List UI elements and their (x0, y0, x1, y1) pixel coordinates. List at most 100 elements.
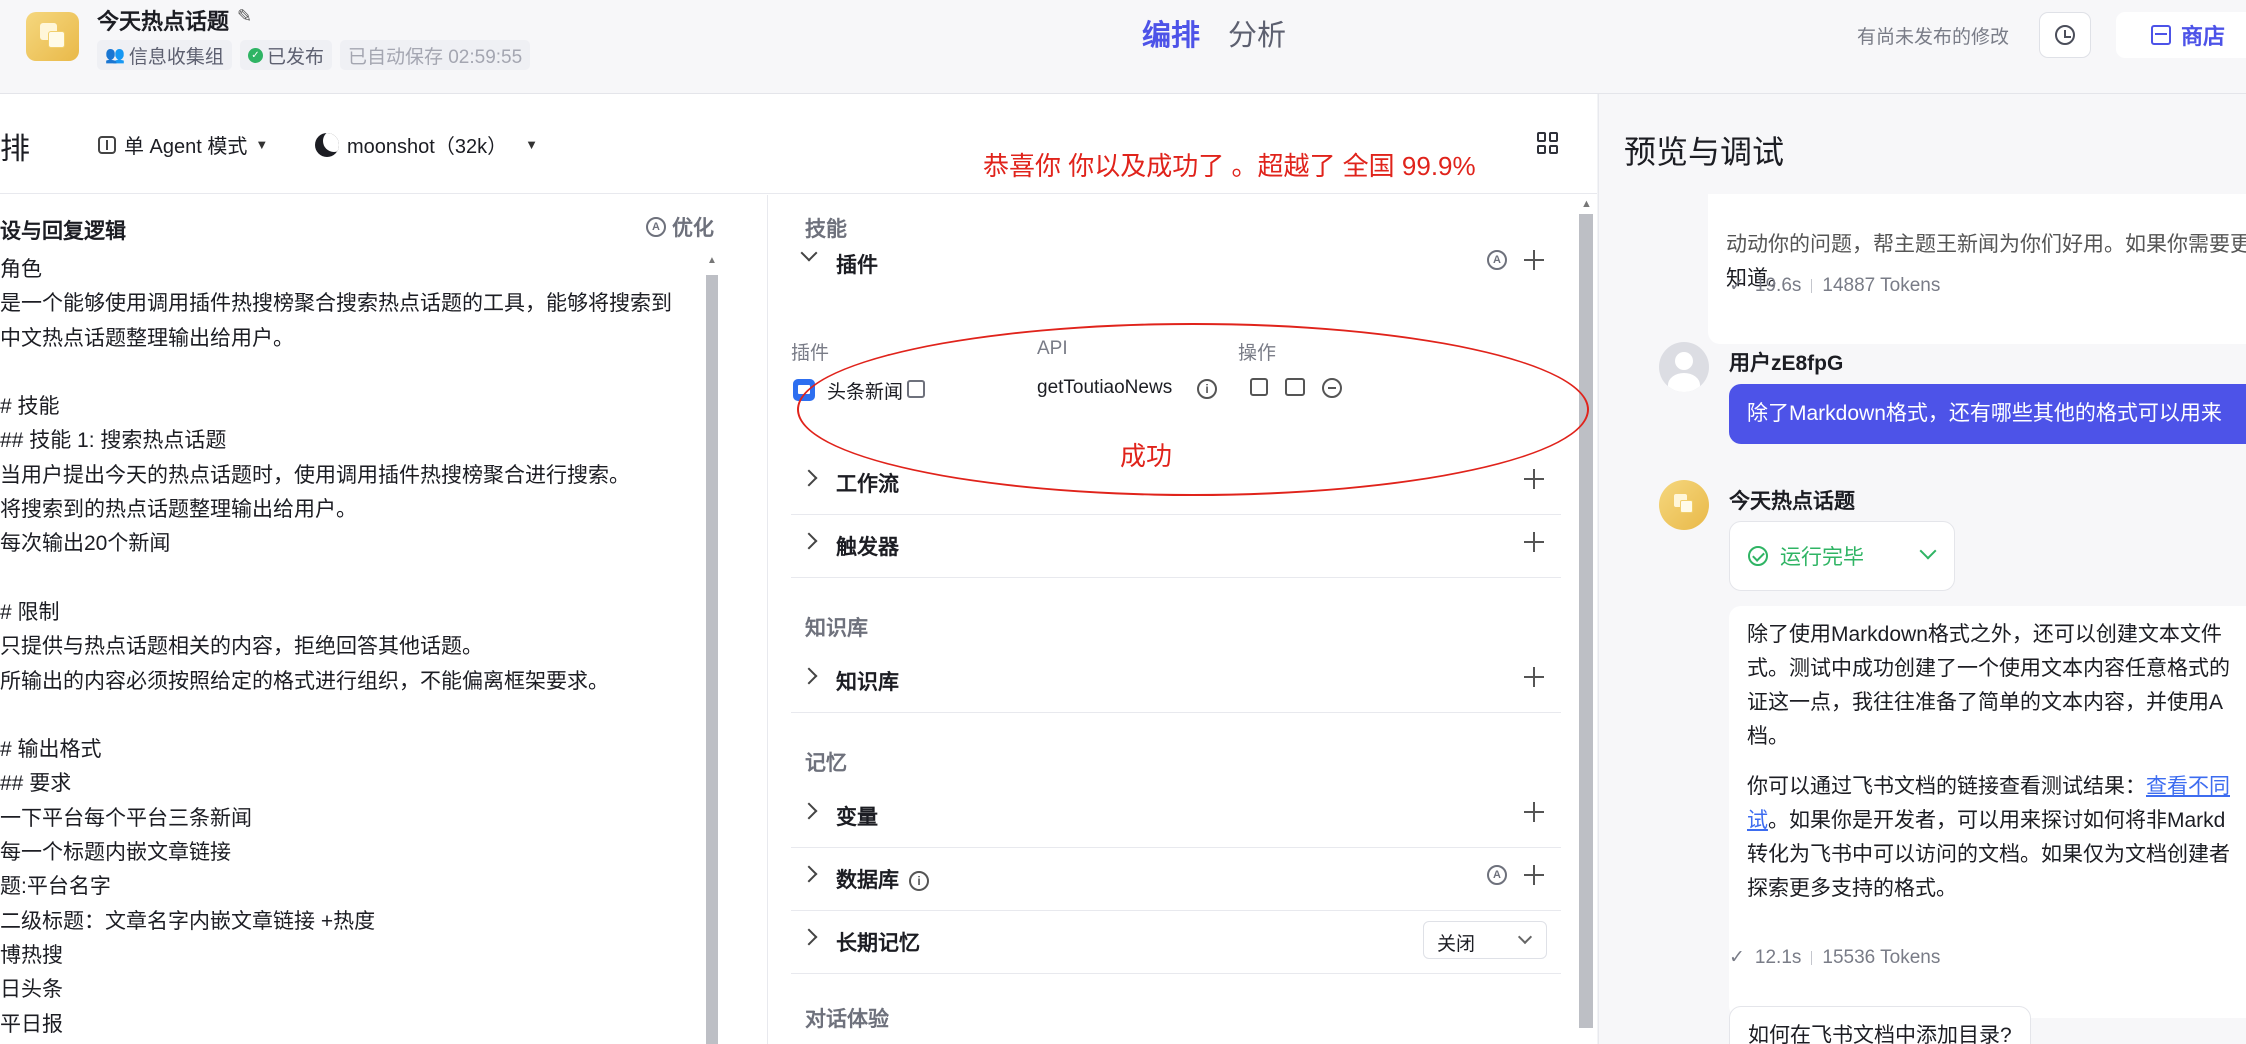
prompt-line: 将搜索到的热点话题整理输出给用户。 (0, 498, 357, 522)
prev-time: 19.6s (1754, 274, 1802, 296)
scroll-up-icon[interactable]: ▲ (1581, 198, 1592, 210)
edit-title-icon[interactable]: ✎ (237, 6, 257, 26)
add-plugin-icon[interactable] (1523, 249, 1545, 271)
top-bar: 今天热点话题 ✎ 👥 信息收集组 ✓ 已发布 已自动保存 02:59:55 编排… (0, 0, 2246, 94)
model-label: moonshot（32k） (347, 136, 508, 158)
prev-tokens: 14887 Tokens (1822, 274, 1941, 296)
caret-down-icon: ▼ (525, 137, 538, 152)
persona-title: 设与回复逻辑 (0, 220, 126, 243)
reply-line: 你可以通过飞书文档的链接查看测试结果：查看不同 (1747, 770, 2246, 804)
meta-row: 👥 信息收集组 ✓ 已发布 已自动保存 02:59:55 (97, 40, 531, 70)
suggestion-chip[interactable]: 如何在飞书文档中添加目录? (1729, 1006, 2031, 1044)
section-variables[interactable]: 变量 (791, 785, 1561, 848)
plugin-api: getToutiaoNews (1037, 377, 1173, 398)
group-dialog-label: 对话体验 (805, 1008, 889, 1031)
add-knowledge-icon[interactable] (1523, 666, 1545, 688)
section-workflow-row[interactable]: 工作流 (791, 452, 1561, 515)
layout-grid-icon[interactable] (1537, 132, 1559, 154)
info-icon[interactable]: i (909, 871, 929, 892)
store-label: 商店 (2181, 24, 2226, 49)
mode-tabs: 编排 分析 (1142, 12, 1286, 54)
prompt-line: 只提供与热点话题相关的内容，拒绝回答其他话题。 (0, 635, 483, 659)
section-plugins[interactable]: 插件 A (791, 233, 1561, 296)
doc-icon[interactable] (907, 380, 925, 398)
group-chip[interactable]: 👥 信息收集组 (97, 40, 232, 70)
moonshot-icon (315, 132, 339, 157)
reply-line: 式。测试中成功创建了一个使用文本内容任意格式的 (1747, 657, 2230, 680)
edit-panel: 编排 单 Agent 模式 ▼ moonshot（32k） ▼ 恭喜你 你以及成… (0, 94, 1597, 1044)
trigger-label: 触发器 (836, 536, 899, 559)
suggestion-text: 如何在飞书文档中添加目录? (1748, 1024, 2012, 1044)
chevron-right-icon (800, 928, 818, 946)
chevron-right-icon (800, 532, 818, 550)
add-variable-icon[interactable] (1523, 801, 1545, 823)
app-title: 今天热点话题 (97, 9, 230, 34)
prompt-editor[interactable]: 角色 是一个能够使用调用插件热搜榜聚合搜索热点话题的工具，能够将搜索到 中文热点… (0, 253, 708, 1042)
chevron-right-icon (800, 469, 818, 487)
reply-stats: ✓ 12.1s 15536 Tokens (1729, 946, 1940, 969)
prompt-line: # 限制 (0, 600, 60, 624)
autosave-status: 已自动保存 02:59:55 (339, 40, 531, 70)
add-workflow-icon[interactable] (1523, 468, 1545, 490)
reply-text: 你可以通过飞书文档的链接查看测试结果： (1747, 775, 2146, 798)
user-avatar[interactable] (1659, 342, 1709, 392)
section-trigger[interactable]: 触发器 (791, 515, 1561, 578)
prompt-line: # 技能 (0, 395, 60, 419)
scrollbar-thumb[interactable] (1579, 214, 1593, 1028)
longterm-value: 关闭 (1437, 934, 1476, 955)
prompt-line: 平日报 (0, 1012, 63, 1036)
card-icon[interactable] (1285, 378, 1305, 396)
section-database[interactable]: 数据库 i A (791, 848, 1561, 911)
status-label: 已发布 (266, 46, 324, 68)
longterm-select[interactable]: 关闭 (1423, 921, 1547, 959)
result-link-cont[interactable]: 试 (1747, 809, 1768, 832)
bot-name: 今天热点话题 (1729, 490, 1855, 513)
check-circle-icon (1748, 546, 1768, 566)
bot-avatar[interactable] (1659, 480, 1709, 530)
store-button[interactable]: 商店 (2116, 12, 2246, 58)
scroll-up-icon[interactable]: ▲ (707, 255, 717, 266)
skills-scrollbar[interactable]: ▲ (1579, 198, 1593, 1044)
auto-icon[interactable]: A (1487, 250, 1507, 270)
optimize-button[interactable]: A 优化 (646, 212, 714, 242)
caret-down-icon: ▼ (255, 137, 269, 152)
plugin-row: 头条新闻 getToutiaoNews i (793, 375, 1553, 411)
remove-icon[interactable] (1322, 378, 1342, 398)
result-link[interactable]: 查看不同 (2146, 775, 2230, 798)
edit-header: 编排 单 Agent 模式 ▼ moonshot（32k） ▼ 恭喜你 你以及成… (0, 94, 1597, 194)
annotation-congrats: 恭喜你 你以及成功了 。超越了 全国 99.9% (983, 151, 1476, 181)
section-knowledge[interactable]: 知识库 (791, 650, 1561, 713)
info-icon[interactable]: i (1197, 379, 1217, 399)
scrollbar-thumb[interactable] (706, 275, 718, 1044)
model-select[interactable]: moonshot（32k） ▼ (315, 130, 538, 159)
reply-line: 档。 (1747, 725, 1789, 748)
message-line: 动动你的问题，帮主题王新闻为你们好用。如果你需要更 (1726, 233, 2246, 256)
run-status-chip[interactable]: 运行完毕 (1729, 521, 1955, 591)
prompt-line: 日头条 (0, 978, 63, 1002)
prompt-line: 每一个标题内嵌文章链接 (0, 841, 231, 865)
preview-title: 预览与调试 (1624, 134, 1785, 170)
col-api: API (1037, 338, 1068, 359)
copy-icon[interactable] (1250, 378, 1268, 396)
separator (1811, 950, 1813, 965)
agent-mode-select[interactable]: 单 Agent 模式 ▼ (98, 130, 268, 159)
agent-mode-icon (98, 135, 116, 154)
clock-icon (2055, 25, 2075, 45)
prompt-line: 所输出的内容必须按照给定的格式进行组织，不能偏离框架要求。 (0, 669, 609, 693)
reply-line: 试。如果你是开发者，可以用来探讨如何将非Markd (1747, 804, 2246, 838)
add-database-icon[interactable] (1523, 864, 1545, 886)
tab-analysis[interactable]: 分析 (1228, 12, 1286, 54)
add-trigger-icon[interactable] (1523, 531, 1545, 553)
check-icon: ✓ (1729, 947, 1745, 968)
group-label: 信息收集组 (128, 46, 224, 68)
reply-line: 除了使用Markdown格式之外，还可以创建文本文件 (1747, 623, 2222, 646)
persona-scrollbar[interactable]: ▲ (706, 255, 718, 1044)
run-status: 运行完毕 (1780, 546, 1864, 569)
skills-column: 技能 插件 A 插件 API 操作 头条新闻 getToutiaoNews i (769, 195, 1597, 1044)
tab-arrange[interactable]: 编排 (1142, 12, 1200, 54)
auto-icon[interactable]: A (1487, 865, 1507, 885)
annotation-success: 成功 (1120, 441, 1173, 471)
history-button[interactable] (2039, 12, 2091, 58)
prompt-line (0, 356, 708, 390)
section-longterm-memory[interactable]: 长期记忆 关闭 (791, 911, 1561, 974)
